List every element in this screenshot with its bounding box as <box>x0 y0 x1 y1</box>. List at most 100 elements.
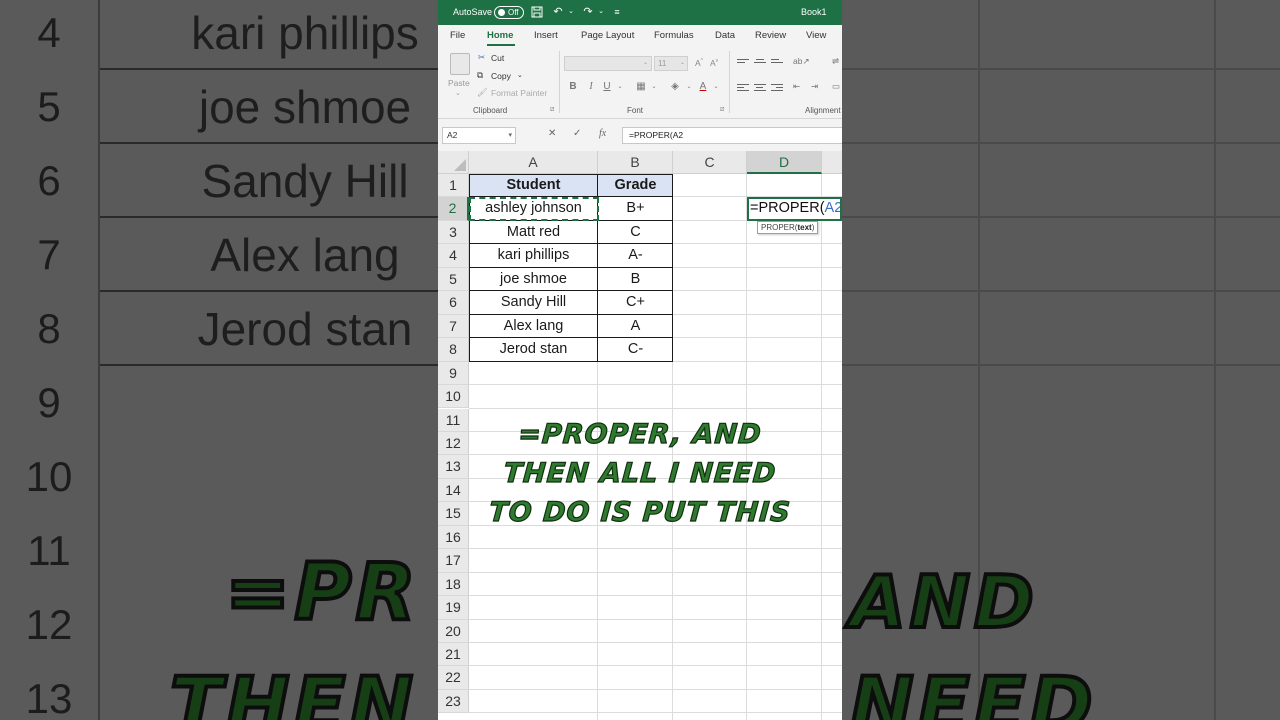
column-header-b[interactable]: B <box>598 151 673 174</box>
function-tooltip[interactable]: PROPER(text) <box>757 221 819 234</box>
tab-data[interactable]: Data <box>715 30 735 41</box>
dialog-launcher-icon[interactable]: ⧄ <box>720 106 724 114</box>
increase-font-icon[interactable]: A^ <box>695 58 703 68</box>
align-center-icon[interactable] <box>754 82 766 92</box>
bold-icon[interactable]: B <box>567 81 579 93</box>
grade-cell[interactable]: C <box>598 221 673 244</box>
chevron-down-icon[interactable]: ⌄ <box>648 81 660 93</box>
header-cell-grade[interactable]: Grade <box>598 174 673 197</box>
undo-icon[interactable]: ↶ <box>552 6 564 18</box>
tab-view[interactable]: View <box>806 30 826 41</box>
student-name-cell[interactable]: Sandy Hill <box>469 291 598 314</box>
chevron-down-icon[interactable]: ⌄ <box>565 6 577 18</box>
row-header[interactable]: 18 <box>438 572 469 597</box>
fill-color-icon[interactable]: ◈ <box>669 81 681 93</box>
wrap-text-icon[interactable]: ⇌ <box>832 56 839 67</box>
student-name-cell[interactable]: ashley johnson <box>469 197 598 220</box>
formula-input[interactable]: =PROPER(A2 <box>622 127 842 144</box>
copy-button[interactable]: Copy <box>491 71 511 81</box>
row-header[interactable]: 7 <box>438 314 469 339</box>
grade-cell[interactable]: B+ <box>598 197 673 220</box>
student-name-cell[interactable]: Jerod stan <box>469 338 598 361</box>
row-header[interactable]: 5 <box>438 267 469 292</box>
row-header[interactable]: 4 <box>438 244 469 268</box>
decrease-indent-icon[interactable]: ⇤ <box>793 81 800 92</box>
tab-formulas[interactable]: Formulas <box>654 30 694 41</box>
borders-icon[interactable]: ▦ <box>635 81 647 93</box>
insert-function-icon[interactable]: fx <box>599 128 606 139</box>
select-all-corner[interactable] <box>438 151 469 174</box>
tab-home[interactable]: Home <box>487 30 513 41</box>
orientation-icon[interactable]: ab↗ <box>793 56 810 67</box>
student-name-cell[interactable]: Matt red <box>469 221 598 244</box>
tab-page-layout[interactable]: Page Layout <box>581 30 634 41</box>
align-bottom-icon[interactable] <box>771 57 783 67</box>
autosave-toggle[interactable]: Off <box>494 6 524 19</box>
column-header-e[interactable] <box>822 151 842 174</box>
format-painter-icon[interactable]: 🖌 <box>477 87 488 98</box>
font-size-box[interactable]: 11 ⌄ <box>654 56 688 71</box>
italic-icon[interactable]: I <box>585 81 597 93</box>
row-header[interactable]: 10 <box>438 385 469 409</box>
chevron-down-icon[interactable]: ⌄ <box>595 6 607 18</box>
row-header[interactable]: 3 <box>438 220 469 245</box>
redo-icon[interactable]: ↷ <box>582 6 594 18</box>
grade-cell[interactable]: C- <box>598 338 673 361</box>
grade-cell[interactable]: B <box>598 268 673 291</box>
increase-indent-icon[interactable]: ⇥ <box>811 81 818 92</box>
student-name-cell[interactable]: Alex lang <box>469 315 598 338</box>
underline-icon[interactable]: U <box>601 81 613 93</box>
customize-toolbar-icon[interactable]: ≡ <box>611 6 623 18</box>
chevron-down-icon[interactable]: ⌄ <box>683 81 695 93</box>
copy-icon[interactable]: ⧉ <box>477 70 483 81</box>
chevron-down-icon[interactable]: ⌄ <box>517 71 523 79</box>
paste-button[interactable]: Paste <box>448 78 470 88</box>
tab-review[interactable]: Review <box>755 30 786 41</box>
align-left-icon[interactable] <box>737 82 749 92</box>
row-header[interactable]: 23 <box>438 689 469 714</box>
column-header-d[interactable]: D <box>747 151 822 174</box>
tab-file[interactable]: File <box>450 30 465 41</box>
grade-cell[interactable]: C+ <box>598 291 673 314</box>
row-header[interactable]: 8 <box>438 338 469 362</box>
save-icon[interactable] <box>531 6 543 18</box>
scissors-icon[interactable]: ✂ <box>478 52 485 63</box>
header-cell-student[interactable]: Student <box>469 174 598 197</box>
active-cell-d2[interactable]: =PROPER(A2 <box>747 197 842 221</box>
row-header[interactable]: 16 <box>438 525 469 550</box>
row-header[interactable]: 19 <box>438 596 469 620</box>
format-painter-button[interactable]: Format Painter <box>491 88 547 98</box>
grade-cell[interactable]: A <box>598 315 673 338</box>
row-header[interactable]: 20 <box>438 619 469 643</box>
enter-icon[interactable]: ✓ <box>573 128 581 139</box>
student-name-cell[interactable]: kari phillips <box>469 244 598 267</box>
row-header[interactable]: 17 <box>438 549 469 573</box>
row-header[interactable]: 22 <box>438 666 469 690</box>
row-header[interactable]: 6 <box>438 291 469 315</box>
grade-cell[interactable]: A- <box>598 244 673 267</box>
align-right-icon[interactable] <box>771 82 783 92</box>
dialog-launcher-icon[interactable]: ⧄ <box>550 106 554 114</box>
cut-button[interactable]: Cut <box>491 53 504 63</box>
tab-insert[interactable]: Insert <box>534 30 558 41</box>
chevron-down-icon[interactable]: ⌄ <box>455 89 461 97</box>
chevron-down-icon[interactable]: ▾ <box>508 128 512 143</box>
align-middle-icon[interactable] <box>754 57 766 67</box>
align-top-icon[interactable] <box>737 57 749 67</box>
student-name-cell[interactable]: joe shmoe <box>469 268 598 291</box>
decrease-font-icon[interactable]: Av <box>710 58 718 68</box>
chevron-down-icon[interactable]: ⌄ <box>614 81 626 93</box>
chevron-down-icon[interactable]: ⌄ <box>710 81 722 93</box>
row-header[interactable]: 1 <box>438 174 469 198</box>
row-header[interactable]: 9 <box>438 361 469 386</box>
merge-cells-icon[interactable]: ▭ <box>832 81 840 92</box>
row-header[interactable]: 2 <box>438 197 469 221</box>
paste-icon[interactable] <box>450 53 470 75</box>
row-header[interactable]: 21 <box>438 643 469 667</box>
column-header-a[interactable]: A <box>469 151 598 174</box>
column-header-c[interactable]: C <box>673 151 747 174</box>
name-box[interactable]: A2 ▾ <box>442 127 516 144</box>
font-name-box[interactable]: ⌄ <box>564 56 652 71</box>
font-color-icon[interactable]: A <box>697 81 709 93</box>
cancel-icon[interactable]: ✕ <box>548 128 556 139</box>
